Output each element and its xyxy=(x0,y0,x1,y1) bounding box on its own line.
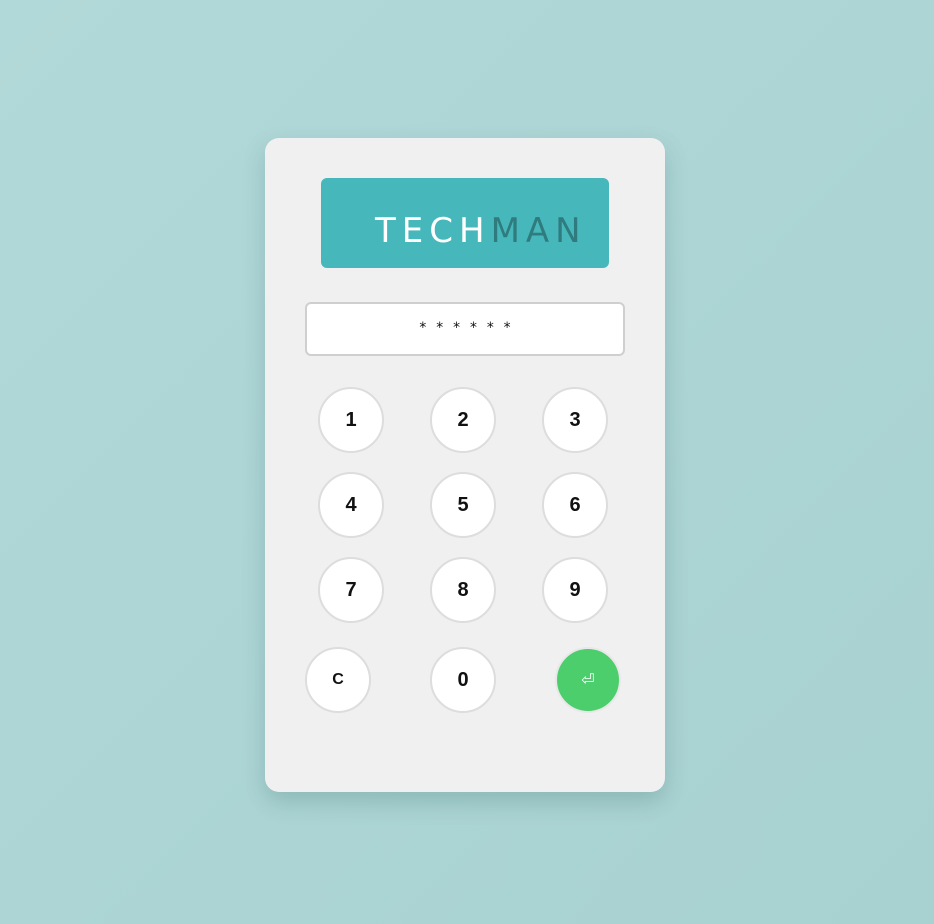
brand-logo-text: TECHMAN xyxy=(375,211,587,251)
key-9-label: 9 xyxy=(569,578,581,601)
key-1-button[interactable]: 1 xyxy=(318,387,384,453)
key-3-label: 3 xyxy=(569,408,581,431)
key-0-button[interactable]: 0 xyxy=(430,647,496,713)
clear-label: C xyxy=(332,671,344,688)
keypad-panel: TECHMAN * * * * * * 1 2 3 4 5 6 7 8 9 C … xyxy=(265,138,665,792)
key-4-label: 4 xyxy=(345,493,357,516)
enter-icon: ⏎ xyxy=(581,672,595,689)
clear-button[interactable]: C xyxy=(305,647,371,713)
enter-button[interactable]: ⏎ xyxy=(555,647,621,713)
key-1-label: 1 xyxy=(345,408,357,431)
key-8-button[interactable]: 8 xyxy=(430,557,496,623)
key-2-button[interactable]: 2 xyxy=(430,387,496,453)
key-4-button[interactable]: 4 xyxy=(318,472,384,538)
key-5-button[interactable]: 5 xyxy=(430,472,496,538)
key-0-label: 0 xyxy=(457,668,469,691)
key-8-label: 8 xyxy=(457,578,469,601)
pin-display: * * * * * * xyxy=(305,302,625,356)
brand-logo: TECHMAN xyxy=(321,178,609,268)
brand-logo-part1: TECH xyxy=(375,211,491,251)
key-2-label: 2 xyxy=(457,408,469,431)
key-7-button[interactable]: 7 xyxy=(318,557,384,623)
key-7-label: 7 xyxy=(345,578,357,601)
key-3-button[interactable]: 3 xyxy=(542,387,608,453)
key-6-label: 6 xyxy=(569,493,581,516)
key-6-button[interactable]: 6 xyxy=(542,472,608,538)
key-5-label: 5 xyxy=(457,493,469,516)
pin-display-value: * * * * * * xyxy=(418,320,512,336)
brand-logo-part2: MAN xyxy=(490,211,587,251)
key-9-button[interactable]: 9 xyxy=(542,557,608,623)
